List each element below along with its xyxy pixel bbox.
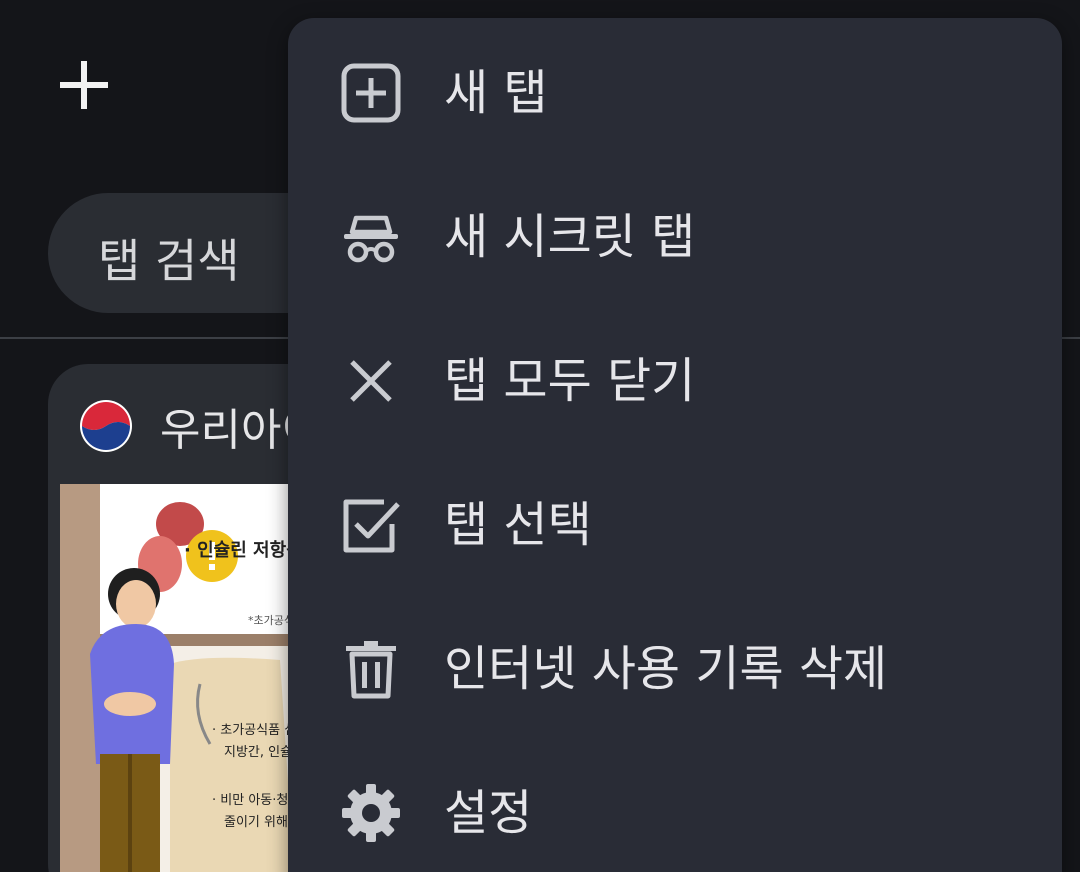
menu-item-label: 새 시크릿 탭 [444, 209, 696, 265]
thumb-text-4: 지방간, 인슐 [224, 745, 292, 760]
add-box-icon [338, 60, 404, 126]
overflow-menu: 새 탭 새 시크릿 탭 탭 모두 닫기 탭 선택 인터넷 사용 기록 삭제 설정 [288, 18, 1062, 872]
menu-item-close-all-tabs[interactable]: 탭 모두 닫기 [288, 308, 1062, 448]
plus-icon [60, 61, 108, 109]
menu-item-label: 설정 [444, 785, 533, 841]
close-icon [338, 348, 404, 414]
menu-item-select-tabs[interactable]: 탭 선택 [288, 452, 1062, 592]
menu-item-clear-browsing-data[interactable]: 인터넷 사용 기록 삭제 [288, 596, 1062, 736]
menu-item-new-incognito-tab[interactable]: 새 시크릿 탭 [288, 164, 1062, 304]
menu-item-settings[interactable]: 설정 [288, 740, 1062, 872]
new-tab-button[interactable] [50, 55, 118, 115]
tab-switcher-screen: 탭 검색 우리아이 · 인슐린 저항성 증 *초가공식품 · 초가공식품 섭 지… [0, 0, 1080, 872]
checkbox-icon [338, 492, 404, 558]
trash-icon [338, 636, 404, 702]
menu-item-label: 탭 선택 [444, 497, 592, 553]
incognito-icon [338, 204, 404, 270]
site-favicon-icon [80, 400, 132, 452]
menu-item-label: 인터넷 사용 기록 삭제 [444, 641, 888, 697]
menu-item-label: 탭 모두 닫기 [444, 353, 696, 409]
menu-item-label: 새 탭 [444, 65, 548, 121]
menu-item-new-tab[interactable]: 새 탭 [288, 20, 1062, 160]
gear-icon [338, 780, 404, 846]
thumb-text-3: · 초가공식품 섭 [212, 723, 296, 738]
tab-search-label: 탭 검색 [98, 234, 240, 288]
